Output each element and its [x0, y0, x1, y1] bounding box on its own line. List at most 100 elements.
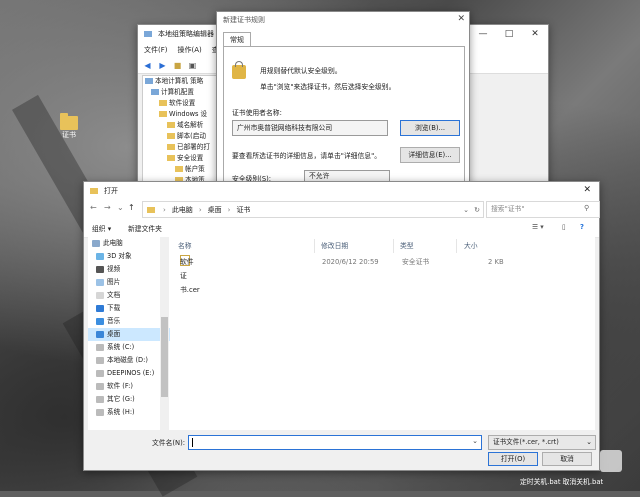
drive-icon [96, 369, 104, 377]
cert-dialog-titlebar[interactable]: 新建证书规则 [217, 12, 469, 28]
file-list: 名称 修改日期 类型 大小 软件证书.cer 2020/6/12 20:59 安… [170, 237, 595, 430]
open-button[interactable]: 打开(O) [488, 452, 538, 466]
column-type[interactable]: 类型 [396, 239, 457, 253]
tree-item[interactable]: 安全设置 [143, 153, 219, 164]
tree-item[interactable]: 软件设置 [143, 98, 219, 109]
nav-item-pictures[interactable]: 图片 [88, 276, 170, 289]
search-input[interactable]: 搜索"证书" [486, 201, 600, 218]
folder-icon [167, 122, 175, 128]
nav-item-drive-h[interactable]: 系统 (H:) [88, 406, 170, 419]
drive-icon [96, 356, 104, 364]
filetype-select[interactable]: 证书文件(*.cer, *.crt) ⌄ [488, 435, 596, 450]
computer-icon [145, 78, 153, 84]
desktop-icon-label: 证书 [62, 131, 76, 139]
file-type: 安全证书 [402, 258, 430, 266]
browse-button[interactable]: 浏览(B)... [400, 120, 460, 136]
address-row: ← → ⌄ ↑ › 此电脑 › 桌面 › 证书 ⌄ ↻ 搜索"证书" ⚲ [84, 199, 600, 219]
nav-item-downloads[interactable]: 下载 [88, 302, 170, 315]
drive-icon [96, 343, 104, 351]
forward-arrow-icon[interactable]: ▶ [157, 60, 168, 71]
details-desc: 要查看所选证书的详细信息，请单击"详细信息"。 [232, 152, 381, 160]
new-folder-button[interactable]: 新建文件夹 [128, 223, 162, 233]
up-folder-icon[interactable]: ■ [172, 60, 183, 71]
chevron-down-icon[interactable]: ⌄ [117, 203, 124, 212]
close-icon[interactable]: ✕ [457, 14, 465, 24]
music-icon [96, 317, 104, 325]
file-row[interactable]: 软件证书.cer 2020/6/12 20:59 安全证书 2 KB [176, 255, 586, 294]
taskbar-files-text: 定时关机.bat 取消关机.bat [520, 478, 604, 486]
details-button[interactable]: 详细信息(E)... [400, 147, 460, 163]
nav-item-drive-d[interactable]: 本地磁盘 (D:) [88, 354, 170, 367]
tree-item[interactable]: 脚本(启动 [143, 131, 219, 142]
tree-item[interactable]: 本地计算机 策略 [143, 76, 219, 87]
nav-item-desktop[interactable]: 桌面 [88, 328, 170, 341]
file-name: 软件证书.cer [180, 258, 200, 294]
close-icon[interactable]: ✕ [583, 185, 591, 195]
drive-icon [96, 395, 104, 403]
computer-icon [151, 89, 159, 95]
cancel-button[interactable]: 取消 [542, 452, 592, 466]
filename-input[interactable]: ⌄ [188, 435, 482, 450]
tree-item[interactable]: 域名解析 [143, 120, 219, 131]
dropdown-icon[interactable]: ⌄ [463, 206, 469, 214]
cert-rule-panel: 用规则替代默认安全级别。 单击"浏览"来选择证书，然后选择安全级别。 证书使用者… [223, 46, 465, 183]
search-icon: ⚲ [584, 204, 590, 212]
refresh-icon[interactable]: ↻ [474, 206, 480, 214]
drive-icon [96, 408, 104, 416]
up-arrow-icon[interactable]: ↑ [128, 203, 135, 212]
nav-item-3d[interactable]: 3D 对象 [88, 250, 170, 263]
nav-item-drive-c[interactable]: 系统 (C:) [88, 341, 170, 354]
nav-item-drive-g[interactable]: 其它 (G:) [88, 393, 170, 406]
rule-desc-2: 单击"浏览"来选择证书，然后选择安全级别。 [260, 83, 396, 91]
tree-item[interactable]: Windows 设 [143, 109, 219, 120]
nav-item-drive-e[interactable]: DEEPINOS (E:) [88, 367, 170, 380]
rule-desc-1: 用规则替代默认安全级别。 [260, 67, 342, 75]
folder-icon [167, 155, 175, 161]
close-icon[interactable]: ✕ [522, 25, 548, 43]
breadcrumb-this-pc[interactable]: 此电脑 [172, 205, 193, 215]
maximize-icon[interactable]: □ [496, 25, 522, 43]
menu-action[interactable]: 操作(A) [178, 45, 202, 55]
desktop-icon [96, 330, 104, 338]
help-icon[interactable]: ? [580, 223, 584, 231]
minimize-icon[interactable]: — [470, 25, 496, 43]
lock-icon [232, 61, 246, 79]
back-arrow-icon[interactable]: ◀ [142, 60, 153, 71]
breadcrumb-cert[interactable]: 证书 [236, 205, 250, 215]
folder-icon [159, 111, 167, 117]
nav-item-this-pc[interactable]: 此电脑 [88, 237, 170, 250]
folder-icon [147, 206, 155, 213]
file-date: 2020/6/12 20:59 [322, 258, 379, 266]
tray-app-icon[interactable] [600, 450, 622, 472]
folder-icon [167, 144, 175, 150]
column-date[interactable]: 修改日期 [317, 239, 394, 253]
organize-button[interactable]: 组织 ▾ [92, 223, 111, 233]
nav-item-music[interactable]: 音乐 [88, 315, 170, 328]
properties-icon[interactable]: ▣ [187, 60, 198, 71]
cert-dialog-title: 新建证书规则 [223, 16, 265, 24]
tab-general[interactable]: 常规 [223, 32, 251, 47]
nav-item-video[interactable]: 视频 [88, 263, 170, 276]
column-name[interactable]: 名称 [174, 239, 315, 253]
menu-file[interactable]: 文件(F) [144, 45, 168, 55]
tree-item[interactable]: 帐户策 [143, 164, 219, 175]
back-arrow-icon[interactable]: ← [90, 203, 97, 212]
nav-item-drive-f[interactable]: 软件 (F:) [88, 380, 170, 393]
scroll-thumb[interactable] [161, 317, 168, 397]
view-options-icon[interactable]: ☰ ▾ [532, 223, 544, 231]
tree-item[interactable]: 已部署的打 [143, 142, 219, 153]
open-dialog-titlebar[interactable]: 打开 [84, 182, 599, 199]
preview-pane-icon[interactable]: ▯ [562, 223, 566, 231]
nav-scrollbar[interactable] [160, 237, 169, 430]
column-size[interactable]: 大小 [460, 239, 514, 253]
chevron-down-icon[interactable]: ⌄ [472, 437, 478, 445]
subject-field[interactable]: 广州市奥普锐网络科技有限公司 [232, 120, 388, 136]
forward-arrow-icon[interactable]: → [104, 203, 111, 212]
tree-item[interactable]: 计算机配置 [143, 87, 219, 98]
text-caret [192, 438, 193, 447]
new-cert-rule-dialog: 新建证书规则 ✕ 常规 用规则替代默认安全级别。 单击"浏览"来选择证书，然后选… [216, 11, 470, 185]
breadcrumb-desktop[interactable]: 桌面 [208, 205, 222, 215]
desktop-folder-cert[interactable]: 证书 [56, 113, 82, 140]
address-bar[interactable]: › 此电脑 › 桌面 › 证书 ⌄ ↻ [142, 201, 484, 218]
nav-item-documents[interactable]: 文档 [88, 289, 170, 302]
